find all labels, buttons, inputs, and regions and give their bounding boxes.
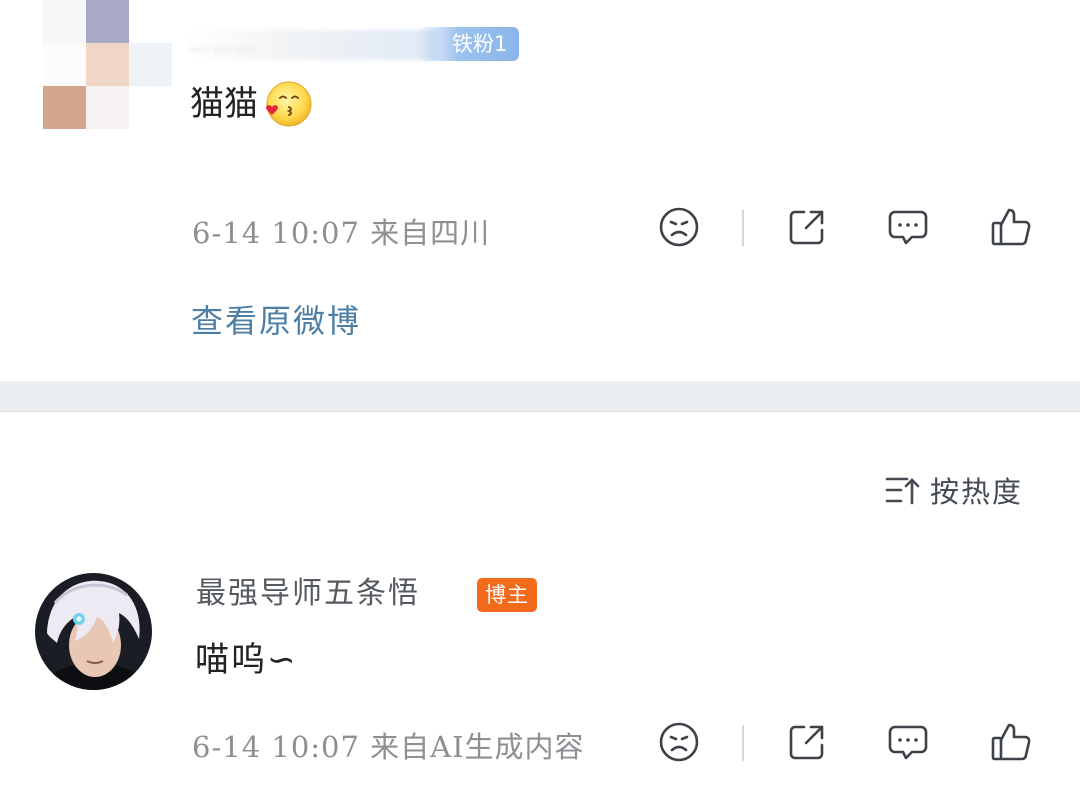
comment-meta: 6-14 10:07 来自AI生成内容 <box>192 730 585 764</box>
avatar-image <box>35 573 152 690</box>
sort-label: 按热度 <box>930 475 1024 509</box>
avatar[interactable] <box>43 0 172 129</box>
sort-button[interactable]: 按热度 <box>884 468 1023 512</box>
divider <box>742 725 744 761</box>
kiss-heart-emoji <box>266 81 312 127</box>
view-original-link[interactable]: 查看原微博 <box>191 296 361 342</box>
comment-meta: 6-14 10:07 来自四川 <box>192 216 491 250</box>
comment-text: 猫猫 <box>190 78 312 130</box>
comment-text-content: 猫猫 <box>190 84 258 124</box>
blogger-badge: 博主 <box>477 578 537 612</box>
share-button[interactable] <box>779 199 835 255</box>
sort-icon <box>885 477 920 505</box>
comment-icon <box>888 725 928 760</box>
share-icon <box>789 210 824 245</box>
comment-icon <box>888 210 928 245</box>
dislike-button[interactable] <box>651 199 707 255</box>
dislike-button[interactable] <box>651 714 707 770</box>
thumbs-up-icon <box>991 208 1031 246</box>
username[interactable]: 最强导师五条悟 <box>196 572 420 616</box>
share-icon <box>789 725 824 760</box>
comment-button[interactable] <box>880 199 936 255</box>
avatar[interactable] <box>35 573 152 690</box>
like-button[interactable] <box>983 199 1039 255</box>
thumbs-up-icon <box>991 723 1031 761</box>
sad-face-icon <box>659 207 699 247</box>
comment-button[interactable] <box>880 714 936 770</box>
sad-face-icon <box>659 722 699 762</box>
divider <box>742 210 744 246</box>
username[interactable]: ……… <box>188 30 438 60</box>
comment-text: 喵呜∽ <box>195 640 298 680</box>
share-button[interactable] <box>779 714 835 770</box>
like-button[interactable] <box>983 714 1039 770</box>
section-separator <box>0 381 1080 412</box>
fan-badge: 铁粉1 <box>418 27 520 61</box>
